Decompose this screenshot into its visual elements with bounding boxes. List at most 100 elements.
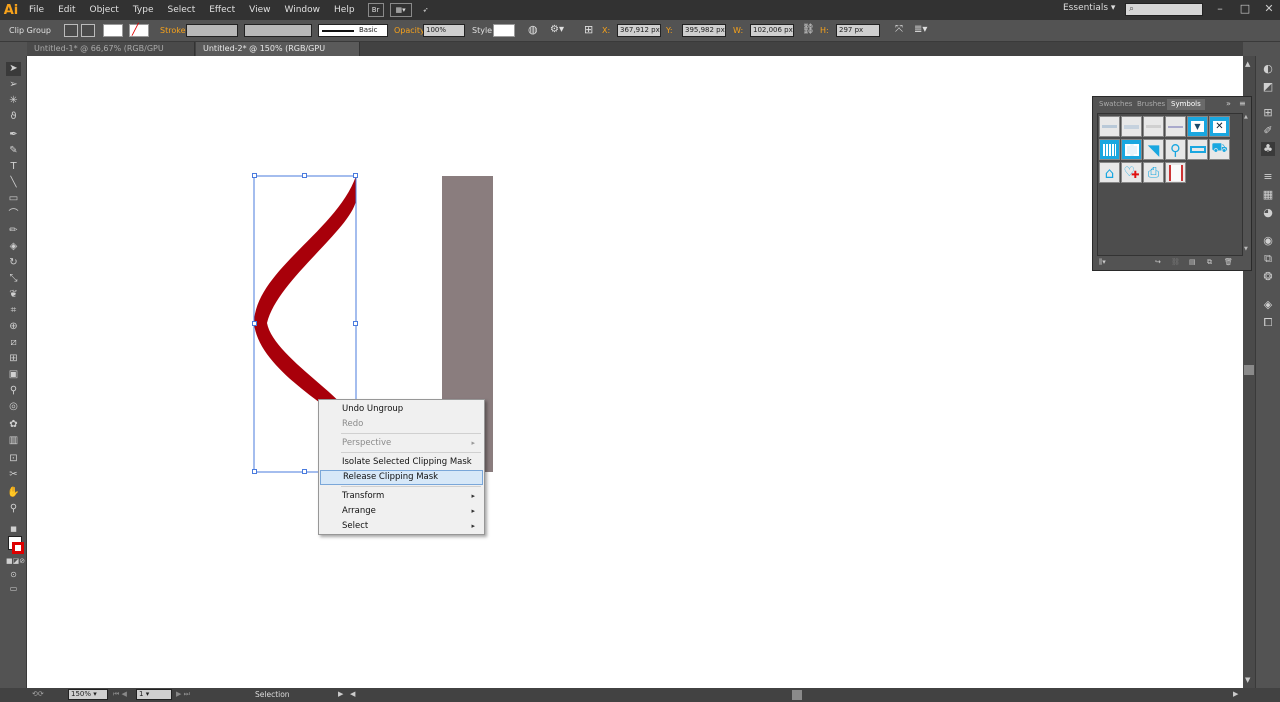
curvature-tool-icon[interactable]: ✎ (6, 144, 21, 158)
eraser-tool-icon[interactable]: ◈ (6, 240, 21, 254)
edit-clipping-path-icon[interactable] (64, 24, 78, 37)
artboard-number-field[interactable]: 1 ▾ (136, 689, 172, 700)
symbol-film-icon[interactable] (1121, 139, 1142, 160)
rotate-tool-icon[interactable]: ↻ (6, 256, 21, 270)
zoom-field[interactable]: 150% ▾ (68, 689, 108, 700)
swatches-panel-icon[interactable]: ⊞ (1261, 106, 1275, 120)
panel-scroll-down-icon[interactable]: ▼ (1244, 246, 1248, 252)
menu-effect[interactable]: Effect (202, 0, 242, 20)
tab-symbols[interactable]: Symbols (1167, 99, 1205, 110)
graphic-styles-icon[interactable]: ⧉ (1261, 252, 1275, 266)
resize-handle-top-center[interactable] (302, 173, 307, 178)
recolor-artwork-icon[interactable]: ◍ (528, 23, 538, 36)
w-field[interactable]: 102,006 px (750, 24, 794, 37)
graphic-style-picker[interactable] (493, 24, 515, 37)
menu-help[interactable]: Help (327, 0, 362, 20)
h-field[interactable]: 297 px (836, 24, 880, 37)
menu-object[interactable]: Object (83, 0, 126, 20)
resize-handle-bottom-left[interactable] (252, 469, 257, 474)
menu-item-transform[interactable]: Transform ▸ (320, 489, 483, 504)
line-tool-icon[interactable]: ╲ (6, 176, 21, 190)
paintbrush-tool-icon[interactable]: ⌒ (6, 208, 21, 222)
stroke-panel-icon[interactable]: ≡ (1261, 170, 1275, 184)
symbol-heart-plus-icon[interactable]: ♡ ✚ (1121, 162, 1142, 183)
vertical-scroll-thumb[interactable] (1244, 365, 1254, 375)
symbol-search-icon[interactable]: ⚲ (1165, 139, 1186, 160)
tab-brushes[interactable]: Brushes (1133, 99, 1169, 110)
transform-icon[interactable]: ⤧ (895, 24, 903, 35)
drawing-mode-icon[interactable]: ⊙ (6, 568, 21, 582)
appearance-panel-icon[interactable]: ◉ (1261, 234, 1275, 248)
collapse-panel-icon[interactable]: » (1226, 99, 1231, 108)
artboard-tool-icon[interactable]: ⊡ (6, 452, 21, 466)
maximize-icon[interactable]: □ (1238, 2, 1252, 16)
control-panel-menu-icon[interactable]: ≣▾ (914, 24, 927, 35)
symbols-panel-icon[interactable]: ♣ (1261, 142, 1275, 156)
artboard-nav-prev-icon[interactable]: ⏮ ◀ (113, 690, 127, 699)
stroke-weight-field[interactable] (186, 24, 238, 37)
cc-libraries-icon[interactable]: ❂ (1261, 270, 1275, 284)
color-guide-icon[interactable]: ◩ (1261, 80, 1275, 94)
new-symbol-icon[interactable]: ⧉ (1207, 258, 1212, 267)
fill-swatch[interactable] (103, 24, 123, 37)
symbol-banner-2[interactable] (1121, 116, 1142, 137)
menu-view[interactable]: View (242, 0, 277, 20)
y-field[interactable]: 395,982 px (682, 24, 726, 37)
resize-handle-middle-left[interactable] (252, 321, 257, 326)
perspective-grid-tool-icon[interactable]: ⧄ (6, 336, 21, 350)
symbol-libraries-menu-icon[interactable]: ⫼▾ (1099, 258, 1106, 267)
edit-contents-icon[interactable] (81, 24, 95, 37)
break-link-icon[interactable]: ⛓ (1171, 258, 1180, 266)
bridge-button[interactable]: Br (367, 3, 384, 17)
panel-menu-icon[interactable]: ≡ (1239, 99, 1246, 108)
scroll-right-icon[interactable]: ▶ (1233, 690, 1238, 698)
menu-item-isolate-clipping-mask[interactable]: Isolate Selected Clipping Mask (320, 455, 483, 470)
search-input[interactable]: ⌕ (1125, 3, 1203, 16)
mesh-tool-icon[interactable]: ⊞ (6, 352, 21, 366)
scroll-down-icon[interactable]: ▼ (1245, 676, 1250, 684)
place-symbol-instance-icon[interactable]: ↪ (1155, 258, 1161, 266)
resize-handle-middle-right[interactable] (353, 321, 358, 326)
type-tool-icon[interactable]: T (6, 160, 21, 174)
gpu-rocket-icon[interactable]: ➶ (418, 3, 434, 17)
magic-wand-tool-icon[interactable]: ✳ (6, 94, 21, 108)
selection-tool-icon[interactable]: ➤ (6, 62, 21, 76)
symbol-book-icon[interactable] (1165, 162, 1186, 183)
rectangle-tool-icon[interactable]: ▭ (6, 192, 21, 206)
symbol-sprayer-tool-icon[interactable]: ✿ (6, 418, 21, 432)
stroke-label[interactable]: Stroke: (160, 26, 188, 35)
panel-scroll-up-icon[interactable]: ▲ (1244, 114, 1248, 120)
artboard-canvas[interactable] (27, 56, 1243, 688)
symbol-banner-4[interactable] (1165, 116, 1186, 137)
symbol-printer-icon[interactable]: ⎙ (1143, 162, 1164, 183)
direct-selection-tool-icon[interactable]: ➢ (6, 78, 21, 92)
pencil-tool-icon[interactable]: ✏ (6, 224, 21, 238)
menu-item-undo-ungroup[interactable]: Undo Ungroup (320, 402, 483, 417)
workspace-switcher[interactable]: Essentials ▾ (1063, 3, 1115, 13)
stroke-color-icon[interactable] (12, 542, 24, 554)
symbol-rss-icon[interactable]: ◥ (1143, 139, 1164, 160)
menu-item-release-clipping-mask[interactable]: Release Clipping Mask (320, 470, 483, 485)
tab-untitled-1[interactable]: Untitled-1* @ 66,67% (RGB/GPU Preview) (27, 42, 195, 67)
warp-tool-icon[interactable]: ❦ (6, 288, 21, 302)
status-menu-arrow-icon[interactable]: ▶ (338, 690, 343, 698)
artboard-nav-next-icon[interactable]: ▶ ⏭ (176, 690, 190, 699)
scroll-left-icon[interactable]: ◀ (350, 690, 355, 698)
symbol-home-icon[interactable]: ⌂ (1099, 162, 1120, 183)
free-transform-tool-icon[interactable]: ⌗ (6, 304, 21, 318)
align-icon[interactable]: ⚙▾ (550, 24, 564, 35)
stroke-swatch[interactable]: ╱ (129, 23, 149, 37)
menu-edit[interactable]: Edit (51, 0, 82, 20)
menu-item-select[interactable]: Select ▸ (320, 519, 483, 534)
slice-tool-icon[interactable]: ✂ (6, 468, 21, 482)
tab-untitled-2[interactable]: Untitled-2* @ 150% (RGB/GPU Preview) (196, 42, 360, 67)
hand-tool-icon[interactable]: ✋ (6, 486, 21, 500)
menu-type[interactable]: Type (126, 0, 161, 20)
column-graph-tool-icon[interactable]: ▥ (6, 434, 21, 448)
resize-handle-top-left[interactable] (252, 173, 257, 178)
lasso-tool-icon[interactable]: ϑ (6, 110, 21, 124)
horizontal-scroll-thumb[interactable] (792, 690, 802, 700)
screen-mode-icon[interactable]: ▭ (6, 582, 21, 596)
symbol-cart-icon[interactable]: ⛟ (1209, 139, 1230, 160)
symbol-banner-1[interactable] (1099, 116, 1120, 137)
